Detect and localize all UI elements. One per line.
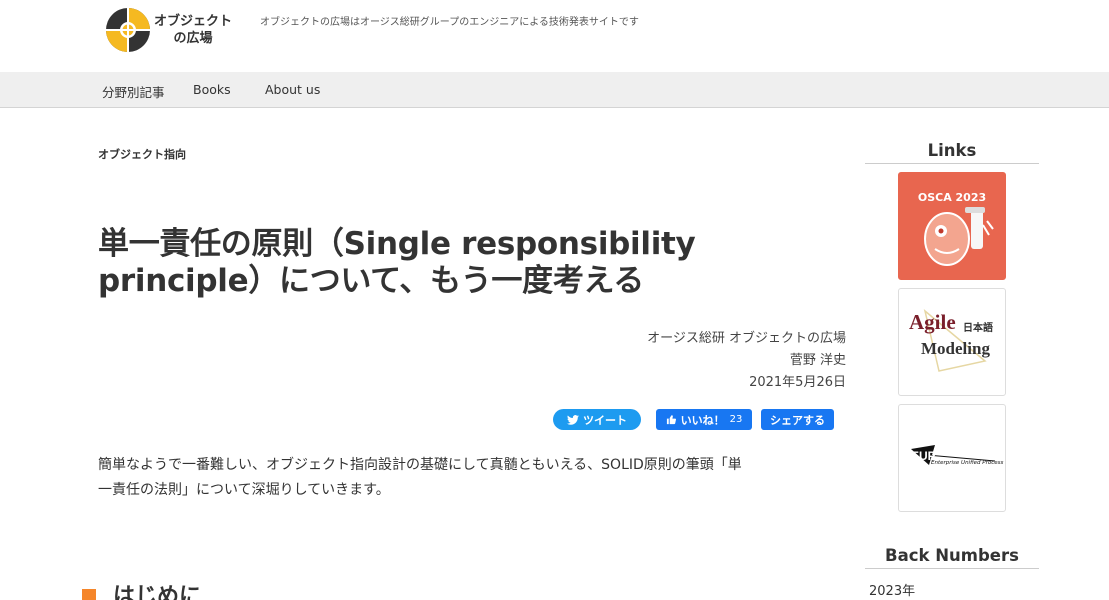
article-title: 単一責任の原則（Single responsibility principle）… — [98, 226, 778, 300]
like-count: 23 — [729, 414, 743, 425]
agile-jp-label: 日本語 — [963, 323, 993, 334]
agile-modeling-banner[interactable]: Agile Modeling 日本語 — [898, 288, 1006, 396]
thumbs-up-icon — [666, 415, 676, 425]
article-title-line2: principle）について、もう一度考える — [98, 263, 645, 299]
twitter-bird-icon — [567, 414, 579, 425]
article-lead: 簡単なようで一番難しい、オブジェクト指向設計の基礎にして真髄ともいえる、SOLI… — [98, 453, 838, 503]
article-title-line1: 単一責任の原則（Single responsibility — [98, 226, 696, 262]
logo-text: オブジェクト の広場 — [154, 13, 232, 47]
osca-mascot-icon — [924, 207, 994, 266]
agile-label: Agile — [909, 310, 956, 334]
site-header: オブジェクト の広場 オブジェクトの広場はオージス総研グループのエンジニアによる… — [0, 0, 1109, 72]
share-label: シェアする — [770, 413, 825, 427]
main-nav: 分野別記事 Books About us — [0, 72, 1109, 108]
logo-icon — [106, 8, 150, 52]
osca-banner[interactable]: OSCA 2023 — [898, 172, 1006, 280]
facebook-share-button[interactable]: シェアする — [761, 409, 834, 430]
lead-line2: 一責任の法則」について深堀りしていきます。 — [98, 482, 390, 498]
back-numbers-heading: Back Numbers — [865, 546, 1039, 569]
site-tagline: オブジェクトの広場はオージス総研グループのエンジニアによる技術発表サイトです — [260, 17, 639, 28]
logo-line2: の広場 — [173, 31, 213, 46]
lead-line1: 簡単なようで一番難しい、オブジェクト指向設計の基礎にして真髄ともいえる、SOLI… — [98, 457, 742, 473]
like-label: いいね！ — [680, 413, 725, 427]
section-title: はじめに — [113, 584, 202, 600]
links-heading: Links — [865, 141, 1039, 164]
eup-sub-label: Enterprise Unified Process — [931, 460, 1004, 466]
article-byline: オージス総研 オブジェクトの広場 菅野 洋史 2021年5月26日 — [647, 328, 846, 394]
section-marker-icon — [82, 589, 96, 600]
section-heading: はじめに — [82, 584, 201, 600]
nav-item-books[interactable]: Books — [193, 82, 231, 97]
byline-org: オージス総研 オブジェクトの広場 — [647, 331, 846, 346]
nav-item-categories[interactable]: 分野別記事 — [102, 82, 165, 101]
byline-date: 2021年5月26日 — [749, 375, 846, 390]
byline-author: 菅野 洋史 — [789, 353, 846, 368]
nav-item-about[interactable]: About us — [265, 82, 320, 97]
year-item-2023[interactable]: 2023年 — [869, 580, 915, 599]
facebook-like-button[interactable]: いいね！ 23 — [656, 409, 752, 430]
site-logo[interactable]: オブジェクト の広場 — [105, 7, 232, 53]
eup-banner[interactable]: EUP Enterprise Unified Process — [898, 404, 1006, 512]
article-category[interactable]: オブジェクト指向 — [98, 146, 186, 162]
logo-line1: オブジェクト — [154, 14, 233, 29]
tweet-button[interactable]: ツイート — [553, 409, 641, 430]
modeling-label: Modeling — [921, 339, 990, 358]
tweet-label: ツイート — [583, 413, 627, 427]
